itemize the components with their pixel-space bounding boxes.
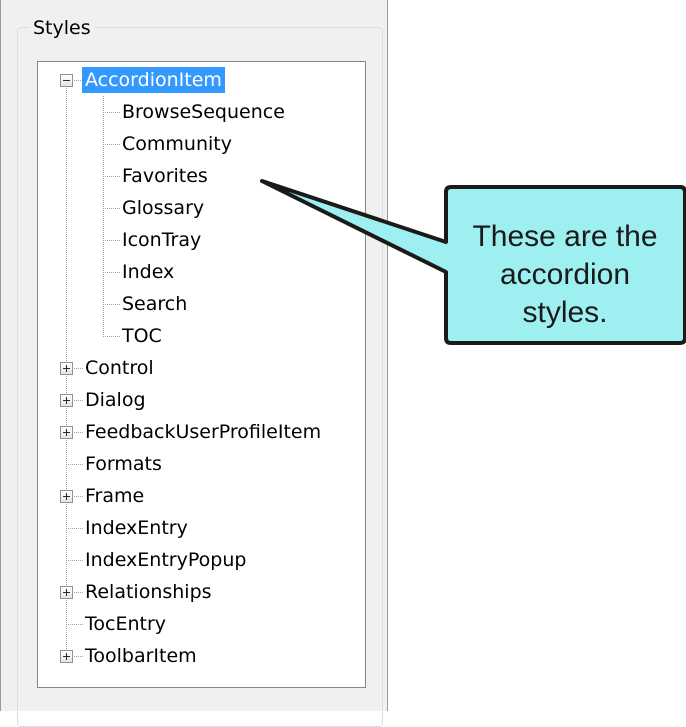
callout-shape: [260, 179, 686, 345]
callout-text: These are the accordion styles.: [472, 220, 658, 329]
